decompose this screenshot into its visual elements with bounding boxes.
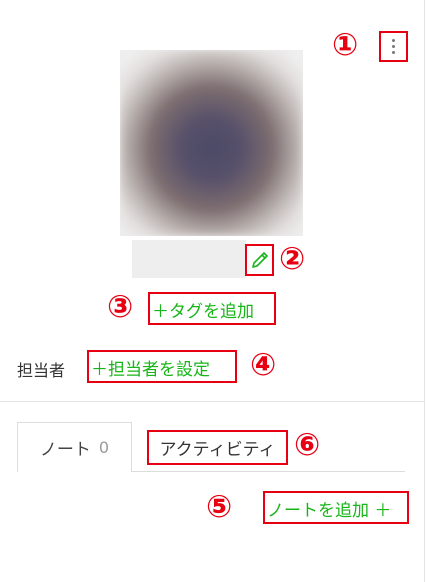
section-divider (0, 401, 424, 402)
tab-bar-baseline (132, 471, 405, 472)
annotation-marker-3: ③ (107, 289, 134, 325)
annotation-box-1 (379, 31, 408, 62)
annotation-marker-4: ④ (250, 347, 277, 383)
profile-panel: ① ② ③ ＋タグを追加 担当者 ＋担当者を設定 ④ ノート 0 アクティビティ… (0, 0, 426, 582)
tab-notes-label: ノート (39, 440, 91, 460)
annotation-marker-2: ② (279, 241, 306, 277)
annotation-box-6 (147, 430, 288, 465)
annotation-marker-6: ⑥ (294, 427, 321, 463)
panel-border (424, 0, 425, 582)
annotation-marker-5: ⑤ (206, 489, 233, 525)
avatar-image-blurred (120, 50, 303, 236)
tab-notes[interactable]: ノート 0 (17, 422, 132, 472)
notes-count-badge: 0 (98, 438, 110, 457)
annotation-box-2 (245, 244, 274, 276)
annotation-box-4 (87, 350, 237, 383)
contact-name-blurred (132, 240, 246, 278)
annotation-box-5 (263, 491, 409, 524)
annotation-box-3 (148, 292, 276, 325)
assignee-label: 担当者 (17, 361, 66, 380)
avatar (120, 50, 303, 236)
annotation-marker-1: ① (332, 27, 359, 63)
